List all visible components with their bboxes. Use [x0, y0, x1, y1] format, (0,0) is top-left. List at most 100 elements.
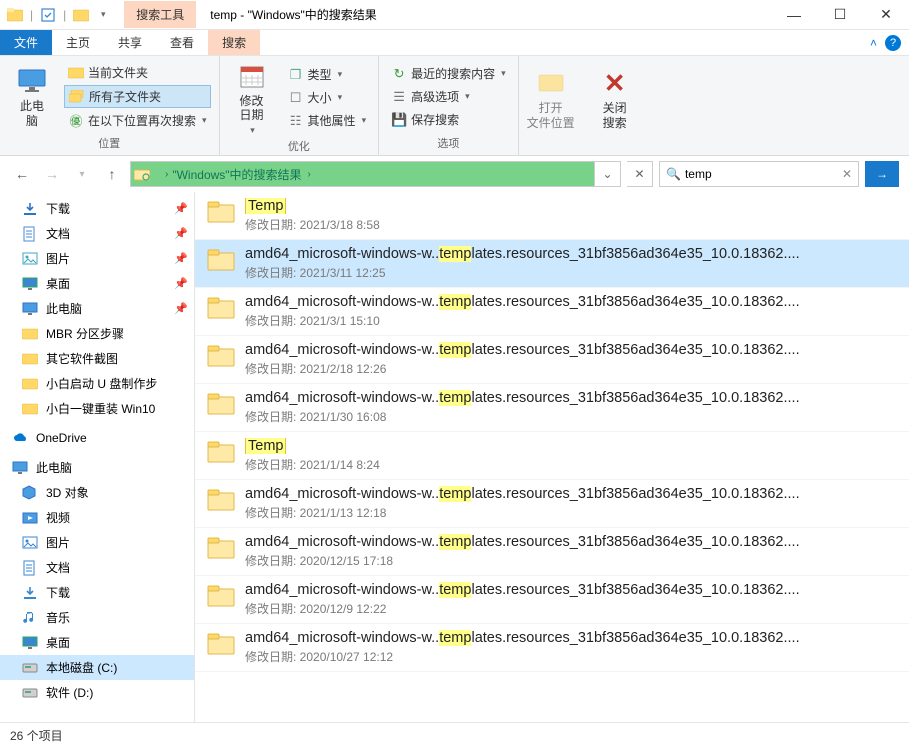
disk-icon: [22, 662, 40, 674]
up-button[interactable]: ↑: [100, 162, 124, 186]
result-row[interactable]: Temp 修改日期: 2021/3/18 8:58: [195, 192, 909, 240]
sidebar-pc-item[interactable]: 文档: [0, 555, 194, 580]
qat-properties-icon[interactable]: [39, 6, 57, 24]
result-row[interactable]: amd64_microsoft-windows-w..templates.res…: [195, 480, 909, 528]
sidebar-this-pc[interactable]: 此电脑: [0, 455, 194, 480]
result-date: 修改日期: 2021/3/18 8:58: [245, 216, 897, 233]
result-row[interactable]: amd64_microsoft-windows-w..templates.res…: [195, 576, 909, 624]
window-title: temp - "Windows"中的搜索结果: [210, 6, 377, 23]
sidebar-pc-item[interactable]: 桌面: [0, 630, 194, 655]
search-go-button[interactable]: →: [865, 161, 899, 187]
this-pc-button[interactable]: 此电 脑: [8, 60, 56, 133]
result-name: amd64_microsoft-windows-w..templates.res…: [245, 246, 897, 262]
sidebar-quick-item[interactable]: 文档📌: [0, 221, 194, 246]
minimize-button[interactable]: —: [771, 0, 817, 30]
tab-file[interactable]: 文件: [0, 30, 52, 55]
result-row[interactable]: amd64_microsoft-windows-w..templates.res…: [195, 336, 909, 384]
current-folder-button[interactable]: 当前文件夹: [64, 62, 211, 83]
result-date: 修改日期: 2020/10/27 12:12: [245, 648, 897, 665]
result-row[interactable]: amd64_microsoft-windows-w..templates.res…: [195, 240, 909, 288]
sidebar-quick-item[interactable]: 小白一键重装 Win10: [0, 396, 194, 421]
size-icon: ☐: [288, 90, 304, 106]
stop-refresh-button[interactable]: ✕: [627, 161, 653, 187]
close-button[interactable]: ✕: [863, 0, 909, 30]
folder-icon: [22, 402, 40, 415]
result-date: 修改日期: 2021/3/11 12:25: [245, 264, 897, 281]
other-props-button[interactable]: ☷其他属性▾: [284, 110, 371, 131]
help-icon[interactable]: ?: [885, 35, 901, 51]
tab-view[interactable]: 查看: [156, 30, 208, 55]
address-history-dropdown[interactable]: ⌄: [594, 162, 620, 186]
search-input[interactable]: [685, 167, 842, 181]
disk-icon: [22, 687, 40, 699]
recent-icon: ↻: [391, 66, 407, 82]
result-date: 修改日期: 2021/1/14 8:24: [245, 456, 897, 473]
navigation-pane[interactable]: 下载📌文档📌图片📌桌面📌此电脑📌MBR 分区步骤其它软件截图小白启动 U 盘制作…: [0, 192, 195, 722]
tab-home[interactable]: 主页: [52, 30, 104, 55]
clear-search-icon[interactable]: ✕: [842, 167, 852, 181]
result-row[interactable]: amd64_microsoft-windows-w..templates.res…: [195, 624, 909, 672]
result-row[interactable]: Temp 修改日期: 2021/1/14 8:24: [195, 432, 909, 480]
sidebar-pc-item[interactable]: 音乐: [0, 605, 194, 630]
quick-access-toolbar: | | ▾: [0, 6, 112, 24]
result-date: 修改日期: 2020/12/15 17:18: [245, 552, 897, 569]
sidebar-pc-item[interactable]: 本地磁盘 (C:): [0, 655, 194, 680]
tab-share[interactable]: 共享: [104, 30, 156, 55]
sidebar-quick-item[interactable]: MBR 分区步骤: [0, 321, 194, 346]
kind-button[interactable]: ❐类型▾: [284, 64, 371, 85]
search-again-in-button[interactable]: ㊝ 在以下位置再次搜索 ▾: [64, 110, 211, 131]
sidebar-pc-item[interactable]: 3D 对象: [0, 480, 194, 505]
date-modified-button[interactable]: 修改 日期▾: [228, 60, 276, 136]
breadcrumb[interactable]: › "Windows"中的搜索结果 ›: [153, 162, 594, 186]
open-file-location-button[interactable]: 打开 文件位置: [527, 60, 575, 137]
folder-icon: [68, 65, 84, 81]
ribbon-group-location: 此电 脑 当前文件夹 所有子文件夹 ㊝ 在以下位置再次搜索 ▾ 位置: [0, 56, 220, 155]
size-button[interactable]: ☐大小▾: [284, 87, 371, 108]
ribbon-collapse-icon[interactable]: ˄: [870, 36, 877, 50]
tab-search[interactable]: 搜索: [208, 30, 260, 55]
sidebar-pc-item[interactable]: 下载: [0, 580, 194, 605]
sidebar-quick-item[interactable]: 图片📌: [0, 246, 194, 271]
qat-separator: |: [30, 8, 33, 22]
sidebar-quick-item[interactable]: 下载📌: [0, 196, 194, 221]
advanced-options-button[interactable]: ☰高级选项▾: [387, 86, 510, 107]
open-folder-icon: [535, 67, 567, 99]
result-row[interactable]: amd64_microsoft-windows-w..templates.res…: [195, 528, 909, 576]
download-icon: [22, 586, 40, 600]
all-subfolders-button[interactable]: 所有子文件夹: [64, 85, 211, 108]
recent-searches-button[interactable]: ↻最近的搜索内容▾: [387, 63, 510, 84]
search-box[interactable]: 🔍 ✕: [659, 161, 859, 187]
sidebar-pc-item[interactable]: 软件 (D:): [0, 680, 194, 705]
close-search-button[interactable]: ✕ 关闭 搜索: [591, 60, 639, 137]
result-name: Temp: [245, 198, 897, 214]
sidebar-quick-item[interactable]: 小白启动 U 盘制作步: [0, 371, 194, 396]
status-bar: 26 个项目: [0, 722, 909, 748]
qat-dropdown-icon[interactable]: ▾: [94, 6, 112, 24]
3d-icon: [22, 485, 40, 500]
result-date: 修改日期: 2021/1/13 12:18: [245, 504, 897, 521]
sidebar-pc-item[interactable]: 图片: [0, 530, 194, 555]
sidebar-pc-item[interactable]: 视频: [0, 505, 194, 530]
pc-icon: [22, 302, 40, 316]
back-button[interactable]: ←: [10, 162, 34, 186]
sidebar-quick-item[interactable]: 此电脑📌: [0, 296, 194, 321]
maximize-button[interactable]: ☐: [817, 0, 863, 30]
result-row[interactable]: amd64_microsoft-windows-w..templates.res…: [195, 384, 909, 432]
pin-icon: 📌: [174, 302, 188, 315]
forward-button[interactable]: →: [40, 162, 64, 186]
onedrive-icon: [12, 432, 30, 444]
search-results-pane[interactable]: Temp 修改日期: 2021/3/18 8:58 amd64_microsof…: [195, 192, 909, 722]
sidebar-quick-item[interactable]: 其它软件截图: [0, 346, 194, 371]
sidebar-quick-item[interactable]: 桌面📌: [0, 271, 194, 296]
folder-icon: [207, 440, 235, 468]
recent-locations-button[interactable]: ▾: [70, 162, 94, 186]
folder-icon: [207, 248, 235, 276]
save-search-button[interactable]: 💾保存搜索: [387, 109, 510, 130]
result-row[interactable]: amd64_microsoft-windows-w..templates.res…: [195, 288, 909, 336]
music-icon: [22, 610, 40, 625]
qat-new-folder-icon[interactable]: [72, 6, 90, 24]
sidebar-onedrive[interactable]: OneDrive: [0, 427, 194, 449]
doc-icon: [22, 560, 40, 576]
result-name: amd64_microsoft-windows-w..templates.res…: [245, 630, 897, 646]
address-bar[interactable]: › "Windows"中的搜索结果 › ⌄: [130, 161, 621, 187]
